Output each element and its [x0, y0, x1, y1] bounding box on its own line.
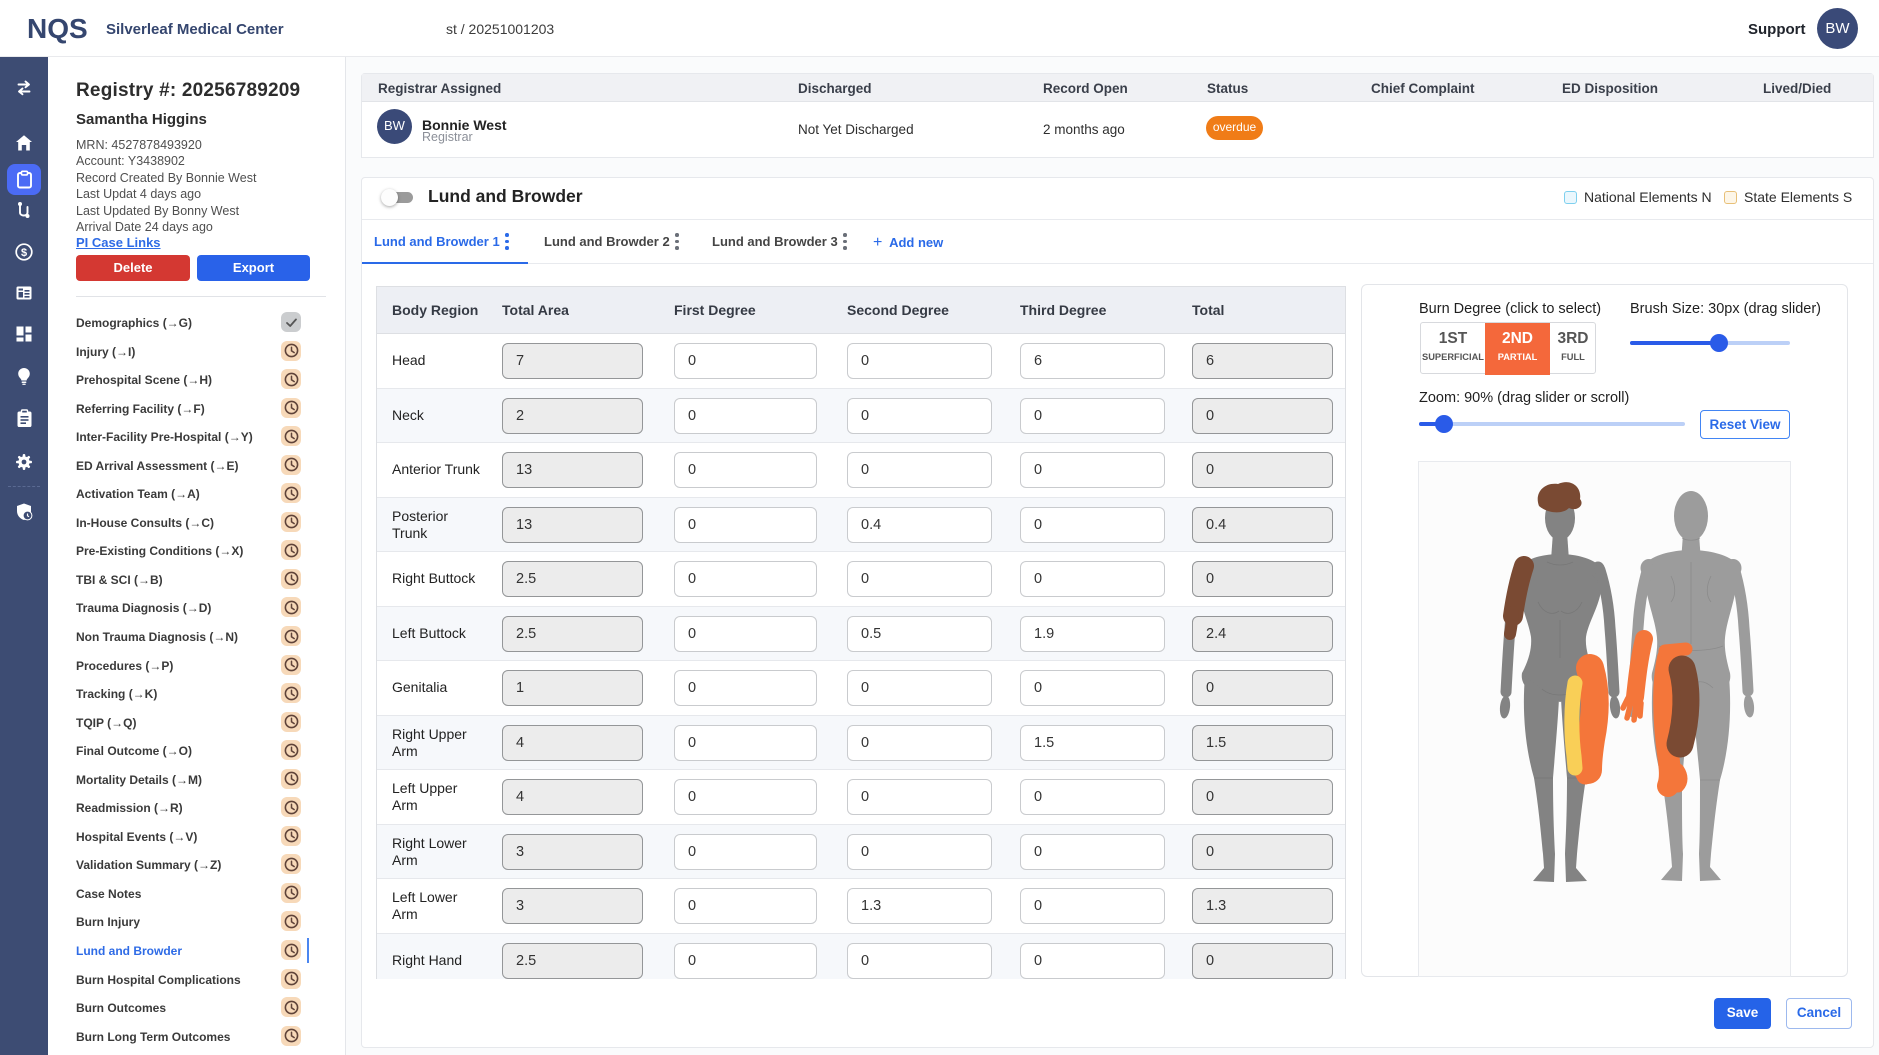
svg-text:$: $: [21, 247, 27, 259]
